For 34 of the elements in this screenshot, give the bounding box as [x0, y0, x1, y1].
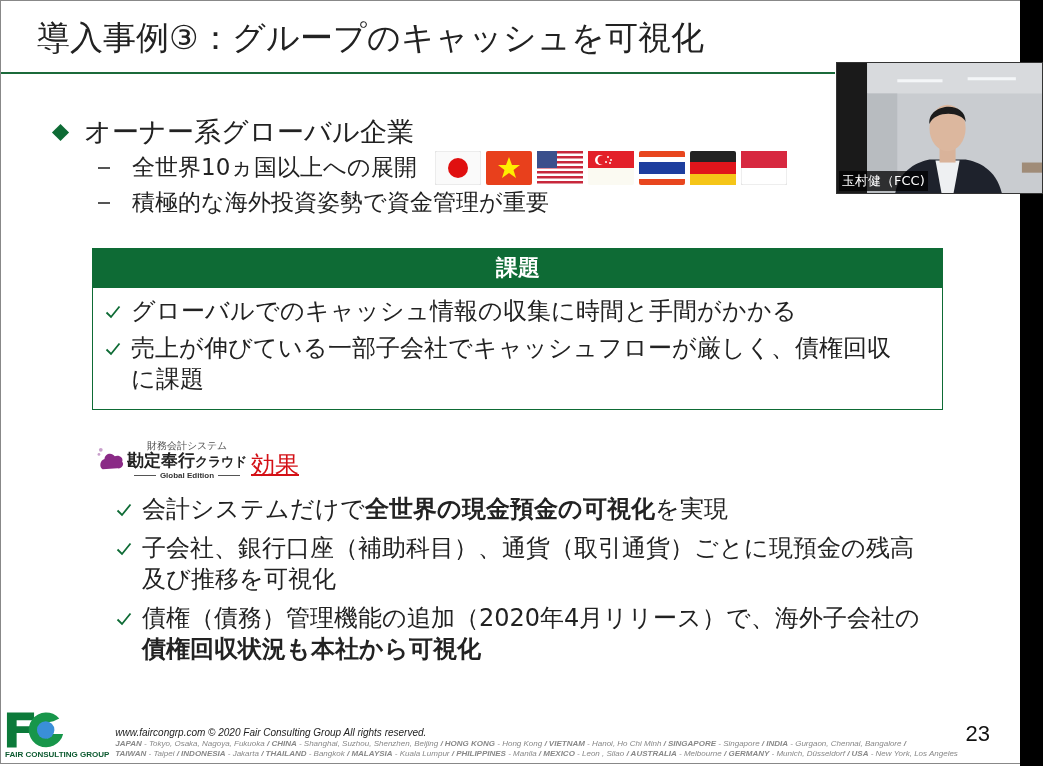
- office-list-text: JAPAN - Tokyo, Osaka, Nagoya, Fukuoka / CHINA - Shanghai, Suzhou, Shenzhen, Beijing / HONG KONG - Hong Kong / VIETNAM - Hanoi, Ho Chi Minh / SINGAPORE - Singapore / INDIA - Gurgaon, Chennai, Bangalore /: [115, 739, 908, 749]
- effect-heading: 効果: [251, 450, 299, 480]
- issue-text: 売上が伸びている一部子会社でキャッシュフローが厳しく、債権回収に課題: [131, 333, 892, 395]
- bullet-text: オーナー系グローバル企業: [84, 115, 414, 149]
- check-icon: [105, 305, 121, 319]
- issue-box-header: 課題: [92, 248, 943, 288]
- check-icon: [116, 503, 132, 517]
- sub-bullet-text: 積極的な海外投資姿勢で資金管理が重要: [132, 188, 549, 217]
- flag-icon: [486, 150, 533, 185]
- logo-name: 勘定奉行: [127, 451, 195, 470]
- flag-icon: [639, 150, 686, 185]
- slide-title: 導入事例③：グループのキャッシュを可視化: [37, 18, 705, 58]
- flag-icon: [690, 150, 737, 185]
- effect-text: 子会社、銀行口座（補助科目）、通貨（取引通貨）ごとに現預金の残高及び推移を可視化: [142, 533, 915, 595]
- office-list-text: TAIWAN - Taipei / INDONESIA - Jakarta / THAILAND - Bangkok / MALAYSIA - Kuala Lumpur / PHILIPPINES - Manila / MEXICO - Leon , Silao / AUSTRALIA - Melbourne / GERMANY - Munich, Düsseldorf / USA - New York, Los Angeles: [115, 749, 959, 759]
- logo-caption: FAIR CONSULTING GROUP: [5, 750, 110, 759]
- logo-tagline: 財務会計システム: [147, 440, 227, 451]
- check-icon: [116, 612, 132, 626]
- effect-text: 会計システムだけで全世界の現金預金の可視化を実現: [142, 494, 728, 525]
- logo-edition: Global Edition: [159, 471, 215, 480]
- copyright-text: www.faircongrp.com © 2020 Fair Consulting Group All rights reserved.: [115, 727, 428, 739]
- logo-suffix: クラウド: [195, 454, 247, 471]
- sub-bullet-text: 全世界10ヵ国以上への展開: [132, 153, 418, 182]
- check-icon: [105, 342, 121, 356]
- flag-icon: [435, 150, 482, 185]
- check-icon: [116, 542, 132, 556]
- flag-icon: [588, 150, 635, 185]
- flag-icon: [741, 150, 788, 185]
- flag-icon: [537, 150, 584, 185]
- issue-text: グローバルでのキャッシュ情報の収集に時間と手間がかかる: [131, 296, 797, 327]
- page-number: 23: [965, 721, 990, 747]
- diamond-bullet-icon: [51, 122, 70, 142]
- effect-text: 債権（債務）管理機能の追加（2020年4月リリース）で、海外子会社の債権回収状況も本社から可視化: [142, 603, 922, 665]
- participant-name: 玉村健（FCC): [839, 171, 928, 191]
